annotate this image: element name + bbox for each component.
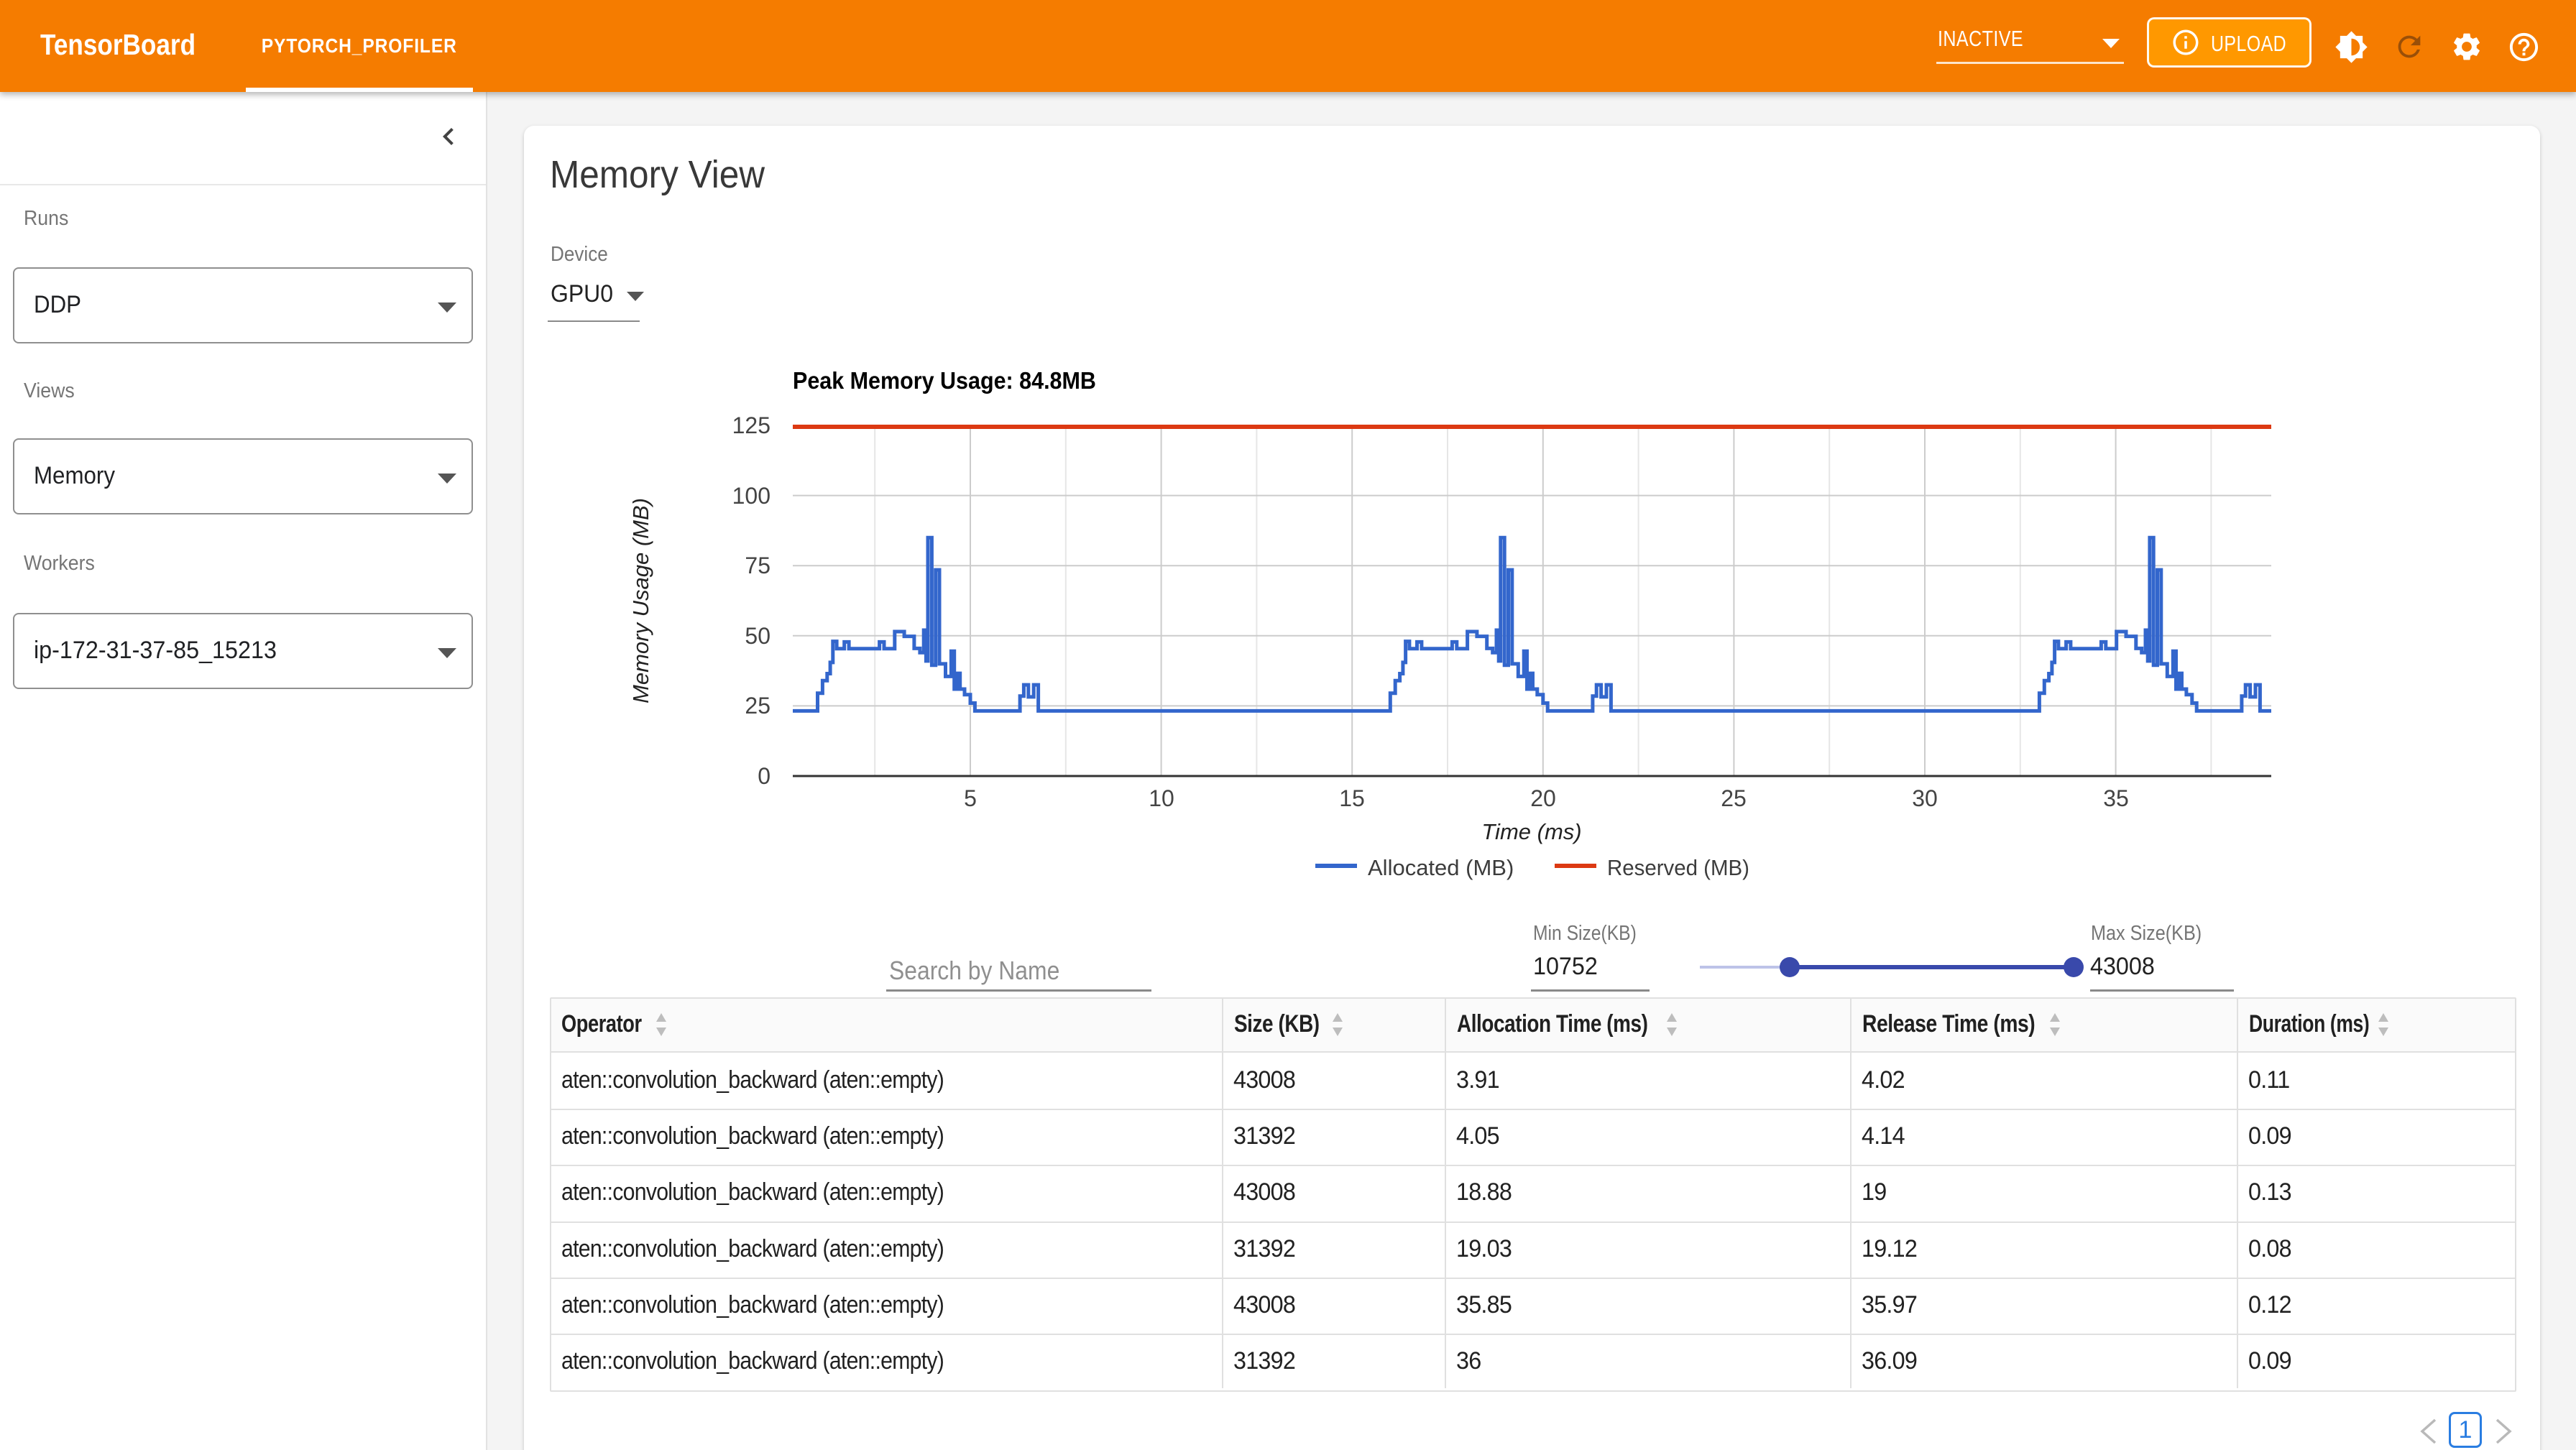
svg-text:20: 20 [1530,785,1556,811]
svg-text:Memory Usage (MB): Memory Usage (MB) [628,498,653,703]
svg-text:Peak Memory Usage: 84.8MB: Peak Memory Usage: 84.8MB [793,367,1096,394]
svg-text:Allocated (MB): Allocated (MB) [1368,855,1514,880]
svg-text:125: 125 [732,412,770,438]
svg-text:10: 10 [1149,785,1174,811]
svg-text:Reserved (MB): Reserved (MB) [1607,856,1749,880]
svg-text:30: 30 [1912,785,1938,811]
svg-text:25: 25 [1721,785,1747,811]
svg-text:15: 15 [1339,785,1365,811]
svg-text:50: 50 [745,623,770,649]
svg-text:5: 5 [964,785,977,811]
svg-text:100: 100 [732,483,770,509]
svg-text:0: 0 [758,763,770,789]
svg-text:25: 25 [745,693,770,719]
svg-text:Time (ms): Time (ms) [1481,819,1581,844]
svg-text:35: 35 [2103,785,2129,811]
svg-text:75: 75 [745,553,770,578]
